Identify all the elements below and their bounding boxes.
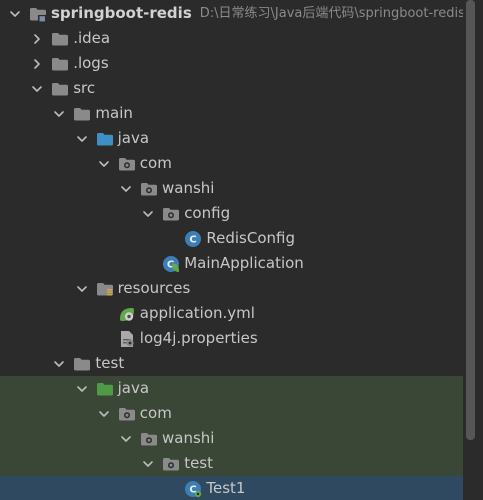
package-icon bbox=[140, 181, 158, 197]
tree-item-label: resources bbox=[117, 279, 191, 297]
tree-item-test1[interactable]: C Test1 bbox=[0, 476, 463, 500]
vertical-scrollbar[interactable] bbox=[466, 0, 475, 440]
tree-item-label: .logs bbox=[73, 54, 109, 72]
tree-item-label: .idea bbox=[73, 29, 111, 47]
project-tree[interactable]: springboot-redis D:\日常练习\Java后端代码\springb… bbox=[0, 0, 483, 500]
svg-text:C: C bbox=[190, 234, 197, 245]
tree-item-label: RedisConfig bbox=[206, 229, 295, 247]
tree-item-label: test bbox=[184, 454, 213, 472]
source-root-icon bbox=[96, 131, 114, 147]
tree-item-test-wanshi[interactable]: wanshi bbox=[0, 426, 463, 451]
chevron-down-icon[interactable] bbox=[97, 407, 111, 421]
tree-item-label: MainApplication bbox=[184, 254, 304, 272]
folder-icon bbox=[51, 56, 69, 72]
resources-icon bbox=[96, 281, 114, 297]
chevron-down-icon[interactable] bbox=[141, 207, 155, 221]
chevron-down-icon[interactable] bbox=[97, 157, 111, 171]
class-icon: C bbox=[184, 230, 202, 247]
tree-item-src[interactable]: src bbox=[0, 76, 463, 101]
properties-icon bbox=[118, 330, 136, 347]
chevron-down-icon[interactable] bbox=[75, 132, 89, 146]
tree-item-main-java[interactable]: java bbox=[0, 126, 463, 151]
chevron-down-icon[interactable] bbox=[8, 7, 22, 21]
package-icon bbox=[140, 431, 158, 447]
folder-icon bbox=[73, 356, 91, 372]
chevron-down-icon[interactable] bbox=[119, 432, 133, 446]
package-icon bbox=[118, 406, 136, 422]
test-root-icon bbox=[96, 381, 114, 397]
package-icon bbox=[118, 156, 136, 172]
tree-item-label: com bbox=[139, 404, 172, 422]
tree-item-label: Test1 bbox=[206, 479, 246, 497]
tree-item-test-com[interactable]: com bbox=[0, 401, 463, 426]
tree-item-label: config bbox=[184, 204, 231, 222]
tree-item-label: springboot-redis bbox=[51, 4, 192, 22]
tree-item-label: java bbox=[117, 129, 150, 147]
tree-item-label: main bbox=[95, 104, 133, 122]
tree-item-label: log4j.properties bbox=[139, 329, 258, 347]
tree-item-label: wanshi bbox=[162, 179, 215, 197]
tree-item-test-java[interactable]: java bbox=[0, 376, 463, 401]
tree-item-label: wanshi bbox=[162, 429, 215, 447]
package-icon bbox=[162, 456, 180, 472]
tree-item-logs[interactable]: .logs bbox=[0, 51, 463, 76]
tree-item-redisconfig[interactable]: C RedisConfig bbox=[0, 226, 463, 251]
chevron-down-icon[interactable] bbox=[75, 382, 89, 396]
tree-item-log4j[interactable]: log4j.properties bbox=[0, 326, 463, 351]
tree-item-main-com[interactable]: com bbox=[0, 151, 463, 176]
tree-item-resources[interactable]: resources bbox=[0, 276, 463, 301]
spring-class-icon: C bbox=[162, 255, 180, 272]
chevron-down-icon[interactable] bbox=[52, 107, 66, 121]
tree-item-main[interactable]: main bbox=[0, 101, 463, 126]
module-folder-icon bbox=[29, 6, 47, 22]
folder-icon bbox=[73, 106, 91, 122]
tree-item-application-yml[interactable]: application.yml bbox=[0, 301, 463, 326]
chevron-down-icon[interactable] bbox=[141, 457, 155, 471]
chevron-right-icon[interactable] bbox=[30, 32, 44, 46]
tree-item-test-pkg[interactable]: test bbox=[0, 451, 463, 476]
tree-item-main-wanshi[interactable]: wanshi bbox=[0, 176, 463, 201]
spring-config-icon bbox=[118, 306, 136, 322]
package-icon bbox=[162, 206, 180, 222]
chevron-down-icon[interactable] bbox=[75, 282, 89, 296]
tree-item-label: test bbox=[95, 354, 125, 372]
tree-item-springboot-redis[interactable]: springboot-redis D:\日常练习\Java后端代码\springb… bbox=[0, 1, 465, 26]
tree-item-label: java bbox=[117, 379, 150, 397]
chevron-down-icon[interactable] bbox=[119, 182, 133, 196]
tree-item-mainapplication[interactable]: C MainApplication bbox=[0, 251, 463, 276]
chevron-right-icon[interactable] bbox=[30, 57, 44, 71]
chevron-down-icon[interactable] bbox=[30, 82, 44, 96]
project-path: D:\日常练习\Java后端代码\springboot-redis bbox=[199, 6, 465, 21]
tree-item-label: com bbox=[139, 154, 172, 172]
tree-item-label: application.yml bbox=[139, 304, 255, 322]
chevron-down-icon[interactable] bbox=[52, 357, 66, 371]
tree-item-test[interactable]: test bbox=[0, 351, 463, 376]
tree-item-label: src bbox=[73, 79, 96, 97]
test-class-icon: C bbox=[184, 480, 202, 497]
folder-icon bbox=[51, 31, 69, 47]
tree-item-idea[interactable]: .idea bbox=[0, 26, 463, 51]
folder-icon bbox=[51, 81, 69, 97]
tree-item-config[interactable]: config bbox=[0, 201, 463, 226]
